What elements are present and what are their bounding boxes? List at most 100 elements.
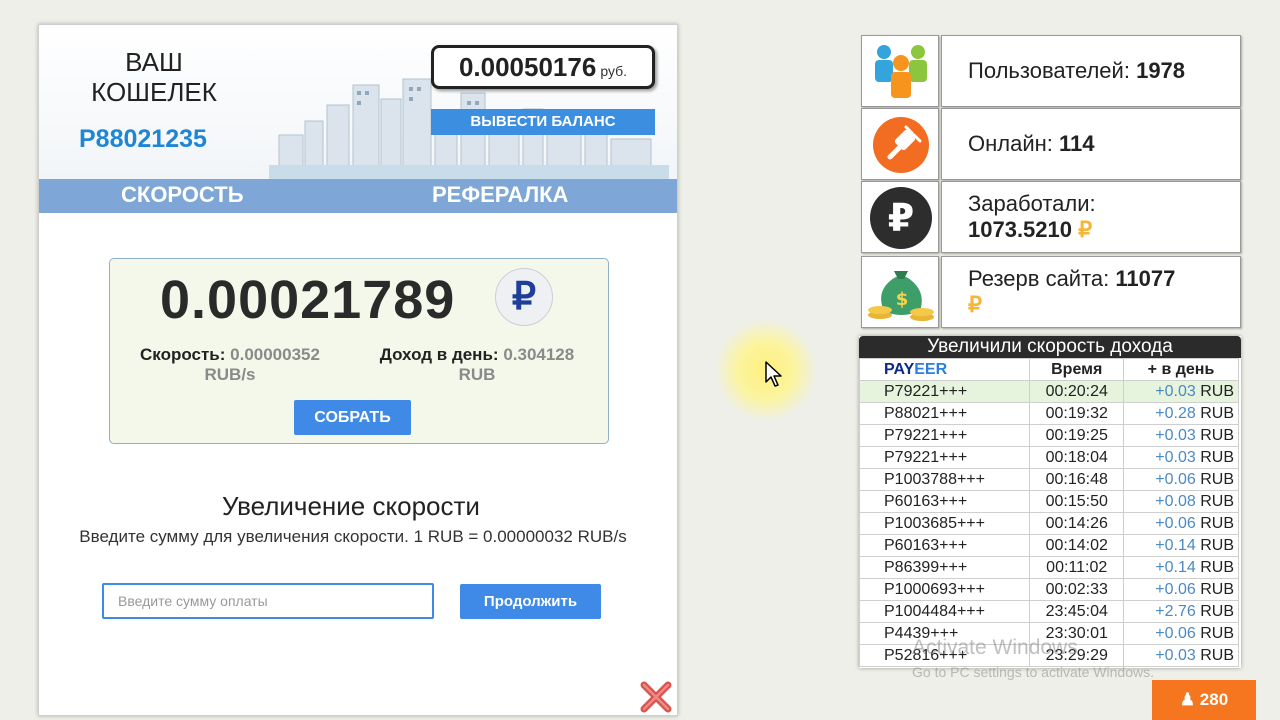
row-amount: +0.06 RUB [1122,578,1240,601]
reserve-label: Резерв сайта: [968,266,1110,291]
row-amount-value: +0.08 [1155,492,1196,510]
close-icon[interactable] [639,680,673,714]
users-count: 1978 [1136,58,1186,83]
online-label: Онлайн: [968,131,1053,156]
daily-income-label: Доход в день: [379,345,499,364]
row-amount-value: +0.14 [1155,558,1196,576]
mining-box: 0.00021789 ₽ Скорость: 0.00000352 RUB/s … [109,258,609,444]
row-time: 00:11:02 [1029,556,1124,579]
online-stat-row: Онлайн: 114 [861,108,1241,180]
row-amount: +0.14 RUB [1122,534,1240,557]
earned-value: 1073.5210 [968,217,1072,242]
row-amount: +0.03 RUB [1122,424,1240,447]
speed-unit: RUB/s [204,365,256,384]
row-amount: +2.76 RUB [1122,600,1240,623]
money-bag-icon: $ [861,256,939,328]
windows-activation-watermark: Activate Windows Go to PC settings to ac… [912,636,1154,680]
row-amount: +0.28 RUB [1122,402,1240,425]
ruble-icon: ₽ [495,268,553,326]
row-amount-value: +0.03 [1155,382,1196,400]
user-icon: ♟ [1179,690,1196,709]
row-amount-value: +0.03 [1155,448,1196,466]
table-row: P79221+++ 00:18:04 +0.03 RUB [859,446,1240,469]
table-row: P79221+++ 00:20:24 +0.03 RUB [859,380,1240,403]
payeer-logo-eer: EER [914,360,948,378]
row-amount-value: +2.76 [1155,602,1196,620]
row-account: P88021+++ [859,402,1031,425]
reserve-stat: Резерв сайта: 11077 ₽ [941,256,1241,328]
row-time: 00:19:25 [1029,424,1124,447]
row-account: P60163+++ [859,534,1031,557]
row-account: P86399+++ [859,556,1031,579]
row-amount-unit: RUB [1200,624,1234,642]
row-amount-unit: RUB [1200,646,1234,664]
row-account: P1004484+++ [859,600,1031,623]
row-time: 00:16:48 [1029,468,1124,491]
row-amount-unit: RUB [1200,558,1234,576]
row-amount-value: +0.06 [1155,470,1196,488]
row-time: 00:14:02 [1029,534,1124,557]
plug-icon [861,108,939,180]
reserve-currency-icon: ₽ [968,292,982,317]
row-amount-unit: RUB [1200,492,1234,510]
earned-stat-row: ₽ Заработали: 1073.5210 ₽ [861,181,1241,253]
row-account: P79221+++ [859,424,1031,447]
increase-speed-title: Увеличение скорости [222,491,480,521]
speed-stat: Скорость: 0.00000352 RUB/s [115,345,345,385]
balance-display: 0.00050176 руб. [431,45,655,89]
row-time: 00:19:32 [1029,402,1124,425]
log-table: PAYEER Время + в день P79221+++ 00:20:24 +… [859,358,1240,667]
table-row: P60163+++ 00:15:50 +0.08 RUB [859,490,1240,513]
row-account: P60163+++ [859,490,1031,513]
daily-income-unit: RUB [458,365,496,384]
row-amount-unit: RUB [1200,448,1234,466]
watermark-line-1: Activate Windows [912,636,1078,659]
reserve-stat-row: $ Резерв сайта: 11077 ₽ [861,256,1241,328]
nav-tab-referral[interactable]: РЕФЕРАЛКА [432,182,568,208]
row-amount-value: +0.28 [1155,404,1196,422]
row-amount: +0.06 RUB [1122,512,1240,535]
row-amount: +0.03 RUB [1122,446,1240,469]
counter-value: 280 [1199,690,1229,709]
row-amount-unit: RUB [1200,536,1234,554]
table-row: P88021+++ 00:19:32 +0.28 RUB [859,402,1240,425]
row-time: 00:14:26 [1029,512,1124,535]
ruble-coin-icon: ₽ [861,181,939,253]
reserve-value: 11077 [1115,266,1176,291]
withdraw-balance-button[interactable]: ВЫВЕСТИ БАЛАНС [431,109,655,135]
online-counter-badge[interactable]: ♟ 280 [1152,680,1256,720]
row-account: P1003685+++ [859,512,1031,535]
increase-speed-description: Введите сумму для увеличения скорости. 1… [79,527,627,546]
row-amount-unit: RUB [1200,426,1234,444]
row-amount-value: +0.06 [1155,580,1196,598]
payeer-logo-pay: PAY [884,360,915,378]
wallet-panel: ВАШ КОШЕЛЕК P88021235 0.00050176 руб. ВЫВ… [38,24,678,716]
row-amount-value: +0.06 [1155,514,1196,532]
table-row: P1003788+++ 00:16:48 +0.06 RUB [859,468,1240,491]
continue-button[interactable]: Продолжить [460,584,601,619]
row-amount: +0.03 RUB [1122,380,1240,403]
row-amount: +0.08 RUB [1122,490,1240,513]
row-amount-unit: RUB [1200,602,1234,620]
row-amount-value: +0.06 [1155,624,1196,642]
speed-value: 0.00000352 [230,345,320,364]
row-time: 00:02:33 [1029,578,1124,601]
log-title: Увеличили скорость дохода [859,336,1241,358]
online-count: 114 [1059,131,1095,156]
table-row: P79221+++ 00:19:25 +0.03 RUB [859,424,1240,447]
daily-income-value: 0.304128 [503,345,575,364]
table-row: P1000693+++ 00:02:33 +0.06 RUB [859,578,1240,601]
row-amount-value: +0.03 [1155,646,1196,664]
earned-stat: Заработали: 1073.5210 ₽ [941,181,1241,253]
nav-tab-speed[interactable]: СКОРОСТЬ [121,182,244,208]
svg-text:₽: ₽ [888,196,914,240]
row-time: 00:20:24 [1029,380,1124,403]
payment-amount-input[interactable] [102,583,434,619]
earned-currency-icon: ₽ [1078,217,1093,242]
collect-button[interactable]: СОБРАТЬ [294,400,411,435]
row-account: P1003788+++ [859,468,1031,491]
row-amount-unit: RUB [1200,470,1234,488]
column-header-daily: + в день [1122,358,1240,381]
wallet-header: ВАШ КОШЕЛЕК P88021235 0.00050176 руб. ВЫВ… [39,25,677,179]
row-account: P1000693+++ [859,578,1031,601]
